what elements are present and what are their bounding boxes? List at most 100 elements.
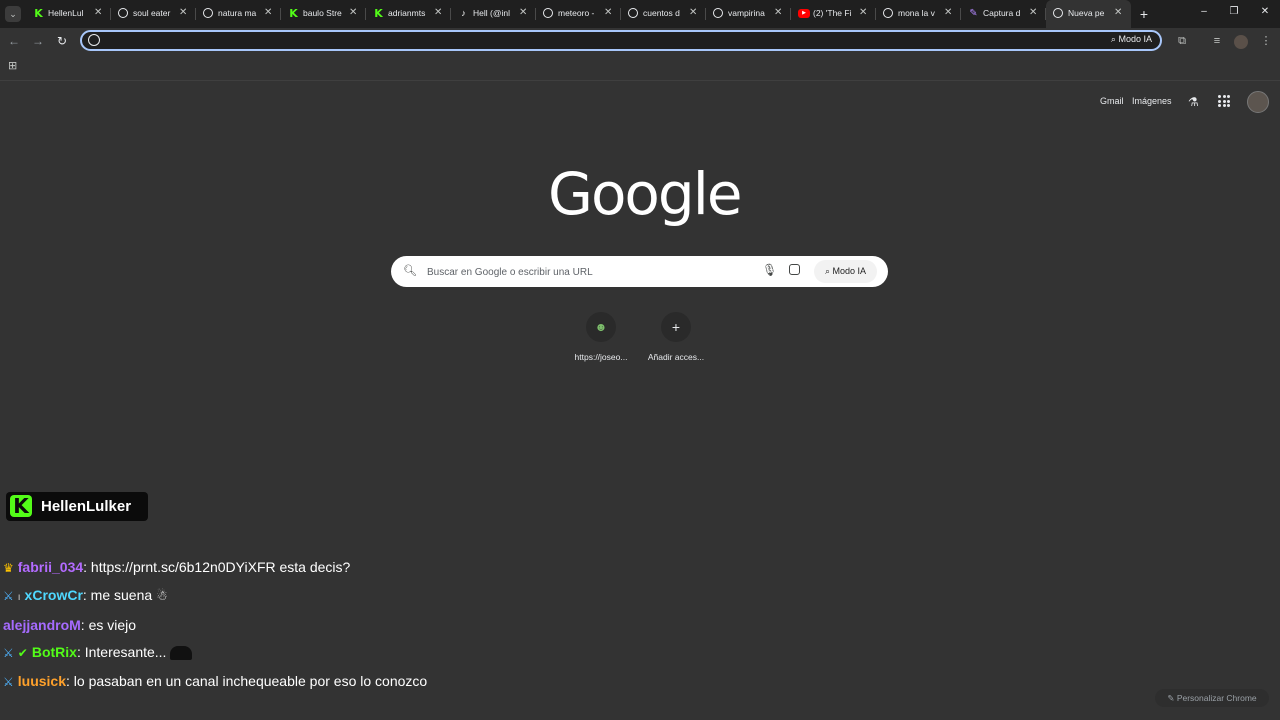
address-input[interactable] (106, 33, 1010, 50)
chat-message: ⚔ ✔ BotRix: Interesante... (3, 644, 193, 661)
google-icon (118, 8, 128, 18)
kick-icon: K (374, 7, 383, 20)
chat-username: luusick (17, 673, 67, 689)
chat-text: : me suena (82, 587, 153, 603)
tab-search-chevron-icon[interactable]: ⌄ (5, 6, 21, 22)
kick-icon: K (289, 7, 298, 20)
ai-mode-chip[interactable]: ⌕ Modo IA (1111, 34, 1152, 45)
address-bar[interactable]: ⌕ Modo IA (80, 30, 1162, 51)
kebab-menu-icon[interactable]: ⋮ (1259, 34, 1273, 48)
kick-icon: K (34, 7, 43, 20)
browser-tab[interactable]: vampirina ✕ (706, 0, 791, 28)
tab-close-icon[interactable]: ✕ (859, 7, 867, 18)
browser-tab[interactable]: Nueva pe ✕ (1046, 0, 1131, 28)
back-arrow-icon[interactable]: ← (6, 33, 22, 49)
tab-close-icon[interactable]: ✕ (264, 7, 272, 18)
browser-tab[interactable]: mona la v ✕ (876, 0, 961, 28)
tab-close-icon[interactable]: ✕ (94, 7, 102, 18)
site-favicon-icon: ☻ (586, 312, 616, 342)
santa-emote-icon: ☃ (156, 588, 168, 604)
lens-camera-icon[interactable] (789, 264, 800, 275)
tab-title: Hell (@inl (473, 8, 510, 18)
tab-close-icon[interactable]: ✕ (944, 7, 952, 18)
plus-icon: + (661, 312, 691, 342)
sword-icon: ⚔ (3, 589, 14, 603)
browser-tab[interactable]: Kadrianmts ✕ (366, 0, 451, 28)
labs-flask-icon[interactable]: ⚗ (1188, 95, 1199, 109)
browser-tab[interactable]: soul eater ✕ (111, 0, 196, 28)
bookmarks-bar: ⊞ (0, 55, 1280, 81)
apps-grid-icon[interactable]: ⊞ (8, 61, 19, 72)
pencil-icon: ✎ (1167, 693, 1177, 703)
tab-close-icon[interactable]: ✕ (1029, 7, 1037, 18)
google-icon (883, 8, 893, 18)
sparkle-search-icon: ⌕ (824, 266, 833, 276)
extensions-puzzle-icon[interactable]: ⧉ (1175, 34, 1189, 48)
google-icon (713, 8, 723, 18)
small-badge-icon: ı (17, 592, 21, 603)
tab-title: meteoro - (558, 8, 595, 18)
pen-icon: ✎ (969, 8, 978, 19)
new-tab-plus-icon[interactable]: + (1137, 6, 1151, 22)
tab-close-icon[interactable]: ✕ (689, 7, 697, 18)
restore-icon[interactable]: ❐ (1226, 6, 1242, 17)
images-link[interactable]: Imágenes (1132, 96, 1172, 106)
browser-tab[interactable]: cuentos d ✕ (621, 0, 706, 28)
tab-title: mona la v (898, 8, 935, 18)
google-icon (203, 8, 213, 18)
search-input[interactable] (425, 262, 749, 282)
browser-tab[interactable]: Kbaulo Stre ✕ (281, 0, 366, 28)
tab-close-icon[interactable]: ✕ (519, 7, 527, 18)
sword-icon: ⚔ (3, 675, 14, 689)
reload-icon[interactable]: ↻ (54, 33, 70, 49)
tab-close-icon[interactable]: ✕ (349, 7, 357, 18)
chat-username: alejjandroM (3, 617, 81, 633)
microphone-icon[interactable]: 🎙︎ (762, 263, 777, 277)
sword-icon: ⚔ (3, 646, 14, 660)
tab-close-icon[interactable]: ✕ (604, 7, 612, 18)
chrome-icon (1053, 8, 1063, 18)
chat-message: ⚔ ı xCrowCr: me suena ☃ (3, 587, 174, 603)
chat-text: : Interesante... (76, 644, 167, 660)
browser-tab[interactable]: meteoro - ✕ (536, 0, 621, 28)
chat-message: alejjandroM: es viejo (3, 617, 136, 633)
gmail-link[interactable]: Gmail (1100, 96, 1124, 106)
browser-tab[interactable]: K HellenLul ✕ (26, 0, 111, 28)
account-avatar[interactable] (1247, 91, 1269, 113)
shortcut-tile[interactable]: ☻ https://joseo... (566, 312, 636, 362)
tab-title: (2) 'The Fi (813, 8, 852, 18)
tab-close-icon[interactable]: ✕ (179, 7, 187, 18)
ai-mode-button-label: Modo IA (832, 266, 867, 276)
tab-title: baulo Stre (303, 8, 342, 18)
minimize-icon[interactable]: – (1196, 6, 1212, 17)
ai-mode-button[interactable]: ⌕ Modo IA (814, 260, 877, 283)
profile-avatar[interactable] (1234, 35, 1248, 49)
browser-tab[interactable]: natura ma ✕ (196, 0, 281, 28)
google-apps-icon[interactable] (1218, 95, 1230, 107)
google-icon (543, 8, 553, 18)
search-icon: 🔍︎ (403, 265, 417, 277)
forward-arrow-icon[interactable]: → (30, 33, 46, 49)
tab-close-icon[interactable]: ✕ (434, 7, 442, 18)
media-controls-icon[interactable]: ≡ (1210, 34, 1224, 48)
tab-title: soul eater (133, 8, 171, 18)
customize-chrome-button[interactable]: ✎ Personalizar Chrome (1155, 689, 1269, 707)
tab-title: vampirina (728, 8, 765, 18)
ai-mode-label: Modo IA (1118, 34, 1152, 44)
tab-strip: ⌄ K HellenLul ✕ soul eater ✕ natura ma ✕ Kbaulo… (0, 0, 1280, 28)
google-logo: Google (548, 160, 743, 228)
browser-tab[interactable]: ▶ (2) 'The Fi ✕ (791, 0, 876, 28)
customize-label: Personalizar Chrome (1176, 693, 1257, 703)
chat-message: ♛ fabrii_034: https://prnt.sc/6b12n0DYiXF… (3, 559, 350, 575)
tab-title: Captura d (983, 8, 1021, 18)
close-window-icon[interactable]: ✕ (1257, 6, 1273, 17)
kick-logo-icon: K (10, 495, 32, 517)
ntp-search-box[interactable]: 🔍︎ 🎙︎ ⌕ Modo IA (391, 256, 888, 287)
youtube-icon: ▶ (798, 9, 810, 18)
tab-close-icon[interactable]: ✕ (774, 7, 782, 18)
browser-tab[interactable]: ♪ Hell (@inl ✕ (451, 0, 536, 28)
browser-tab[interactable]: ✎ Captura d ✕ (961, 0, 1046, 28)
add-shortcut-tile[interactable]: + Añadir acces... (641, 312, 711, 362)
tab-list: K HellenLul ✕ soul eater ✕ natura ma ✕ Kbaulo S… (26, 0, 1131, 28)
tab-close-icon[interactable]: ✕ (1114, 7, 1122, 18)
